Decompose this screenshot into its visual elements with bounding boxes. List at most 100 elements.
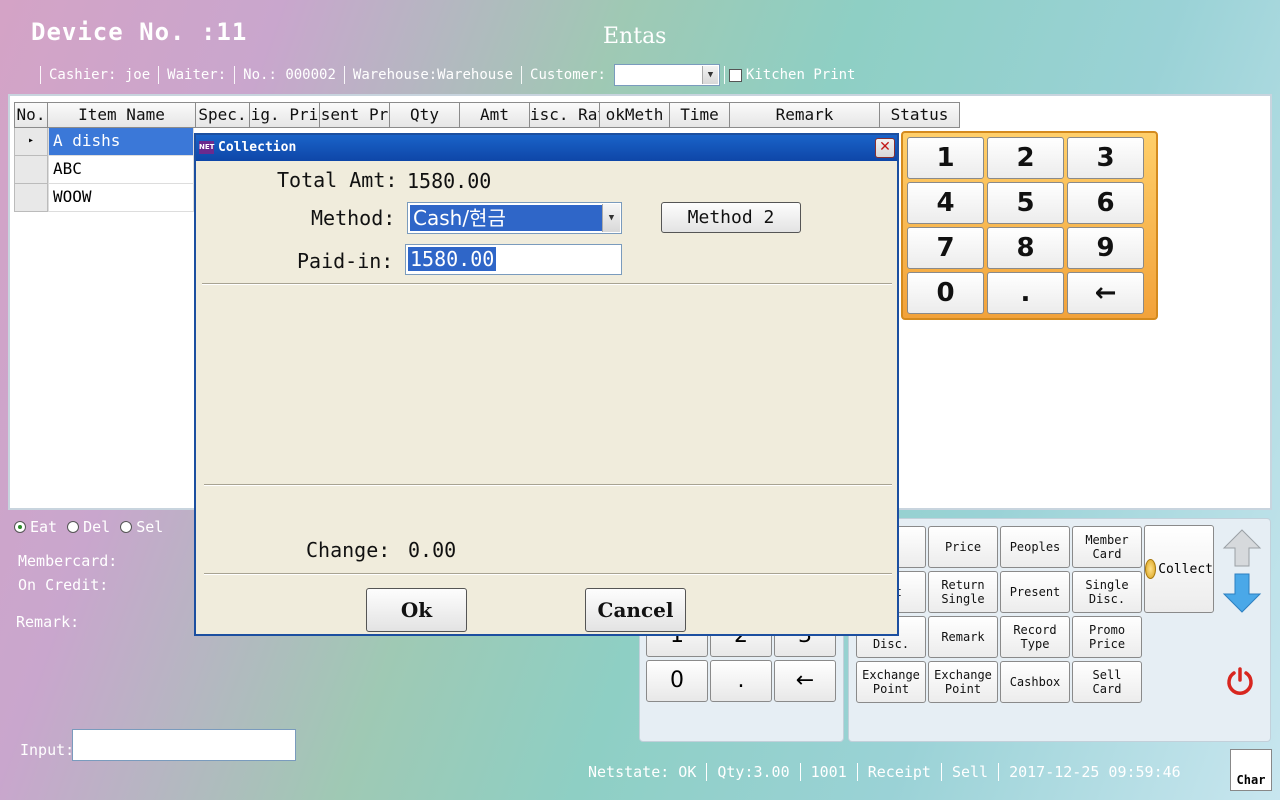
col-header-cook-method[interactable]: okMeth — [600, 102, 670, 128]
method-value: Cash/현금 — [410, 205, 602, 231]
method-select[interactable]: Cash/현금 ▼ — [407, 202, 622, 234]
divider — [202, 283, 892, 285]
radio-dot — [14, 521, 26, 533]
radio-eat[interactable]: Eat — [14, 518, 57, 536]
col-header-no[interactable]: No. — [14, 102, 48, 128]
key-6[interactable]: 6 — [1067, 182, 1144, 224]
radio-label: Eat — [30, 518, 58, 536]
order-type-radios: Eat Del Sel — [14, 518, 163, 536]
code-status: 1001 — [810, 763, 847, 781]
mode-status: Sell — [951, 763, 989, 781]
grid-header: No. Item Name Spec. ig. Pri sent Pr Qty … — [14, 102, 960, 128]
ok-button[interactable]: Ok — [366, 588, 467, 632]
col-header-remark[interactable]: Remark — [730, 102, 880, 128]
power-icon[interactable] — [1224, 665, 1256, 697]
chevron-down-icon[interactable]: ▼ — [602, 204, 620, 232]
divider — [40, 66, 41, 84]
datetime-status: 2017-12-25 09:59:46 — [1009, 763, 1181, 781]
row-marker — [14, 184, 48, 212]
exchange-point-button[interactable]: Exchange Point — [856, 661, 926, 703]
coins-icon — [1145, 559, 1157, 579]
present-button[interactable]: Present — [1000, 571, 1070, 613]
lower-key-dot[interactable]: . — [710, 660, 772, 702]
key-1[interactable]: 1 — [907, 137, 984, 179]
on-credit-label: On Credit: — [18, 576, 109, 594]
col-header-present-price[interactable]: sent Pr — [320, 102, 390, 128]
peoples-button[interactable]: Peoples — [1000, 526, 1070, 568]
key-4[interactable]: 4 — [907, 182, 984, 224]
membercard-label: Membercard: — [18, 552, 118, 570]
key-3[interactable]: 3 — [1067, 137, 1144, 179]
remark-button[interactable]: Remark — [928, 616, 998, 658]
col-header-qty[interactable]: Qty — [390, 102, 460, 128]
radio-label: Sel — [136, 518, 164, 536]
key-9[interactable]: 9 — [1067, 227, 1144, 269]
member-card-button[interactable]: Member Card — [1072, 526, 1142, 568]
price-button[interactable]: Price — [928, 526, 998, 568]
col-header-disc-rate[interactable]: isc. Rat — [530, 102, 600, 128]
char-button[interactable]: Char — [1230, 749, 1272, 791]
divider — [799, 763, 801, 781]
col-header-amt[interactable]: Amt — [460, 102, 530, 128]
record-type-button[interactable]: Record Type — [1000, 616, 1070, 658]
key-2[interactable]: 2 — [987, 137, 1064, 179]
key-backspace[interactable]: ← — [1067, 272, 1144, 314]
paid-in-value: 1580.00 — [408, 247, 497, 271]
col-header-time[interactable]: Time — [670, 102, 730, 128]
key-dot[interactable]: . — [987, 272, 1064, 314]
col-header-status[interactable]: Status — [880, 102, 960, 128]
order-number: No.: 000002 — [243, 67, 336, 83]
lower-key-0[interactable]: 0 — [646, 660, 708, 702]
customer-select[interactable]: ▼ — [613, 64, 720, 86]
sell-card-button[interactable]: Sell Card — [1072, 661, 1142, 703]
divider — [723, 66, 725, 84]
dialog-titlebar[interactable]: NET Collection ✕ — [196, 135, 897, 161]
total-amt-label: Total Amt: — [277, 168, 398, 192]
promo-price-button[interactable]: Promo Price — [1072, 616, 1142, 658]
device-number: Device No. :11 — [31, 18, 248, 46]
col-header-spec[interactable]: Spec. — [196, 102, 250, 128]
remark-label: Remark: — [16, 613, 80, 631]
method-label: Method: — [311, 206, 396, 230]
cashbox-button[interactable]: Cashbox — [1000, 661, 1070, 703]
radio-del[interactable]: Del — [67, 518, 110, 536]
radio-sel[interactable]: Sel — [120, 518, 163, 536]
table-row[interactable]: WOOW — [14, 184, 194, 212]
key-5[interactable]: 5 — [987, 182, 1064, 224]
single-disc-button[interactable]: Single Disc. — [1072, 571, 1142, 613]
warehouse-label: Warehouse:Warehouse — [352, 67, 514, 83]
col-header-orig-price[interactable]: ig. Pri — [250, 102, 320, 128]
exchange-point-button-2[interactable]: Exchange Point — [928, 661, 998, 703]
chevron-down-icon[interactable]: ▼ — [701, 66, 718, 84]
divider — [940, 763, 942, 781]
radio-dot — [120, 521, 133, 533]
input-field[interactable] — [72, 729, 296, 761]
arrow-up-icon[interactable] — [1222, 528, 1262, 568]
cancel-button[interactable]: Cancel — [585, 588, 686, 632]
key-7[interactable]: 7 — [907, 227, 984, 269]
return-single-button[interactable]: Return Single — [928, 571, 998, 613]
customer-label: Customer: — [530, 67, 606, 83]
table-row[interactable]: ▸ A dishs — [14, 128, 194, 156]
numeric-keypad: 1 2 3 4 5 6 7 8 9 0 . ← — [901, 131, 1158, 320]
key-8[interactable]: 8 — [987, 227, 1064, 269]
kitchen-print-label: Kitchen Print — [745, 67, 856, 83]
close-icon[interactable]: ✕ — [875, 138, 895, 158]
divider — [204, 484, 892, 486]
arrow-down-icon[interactable] — [1222, 572, 1262, 614]
lower-key-backspace[interactable]: ← — [774, 660, 836, 702]
collect-button[interactable]: Collect — [1144, 525, 1214, 613]
radio-dot — [67, 521, 80, 533]
col-header-item-name[interactable]: Item Name — [48, 102, 196, 128]
table-row[interactable]: ABC — [14, 156, 194, 184]
item-name-cell[interactable]: A dishs — [48, 128, 194, 156]
paid-in-input[interactable]: 1580.00 — [405, 244, 622, 275]
key-0[interactable]: 0 — [907, 272, 984, 314]
row-marker: ▸ — [14, 128, 48, 156]
method-2-button[interactable]: Method 2 — [661, 202, 801, 233]
item-name-cell[interactable]: WOOW — [48, 184, 194, 212]
item-name-cell[interactable]: ABC — [48, 156, 194, 184]
divider — [856, 763, 858, 781]
kitchen-print-checkbox[interactable] — [728, 68, 742, 82]
qty-status: Qty:3.00 — [717, 763, 790, 781]
